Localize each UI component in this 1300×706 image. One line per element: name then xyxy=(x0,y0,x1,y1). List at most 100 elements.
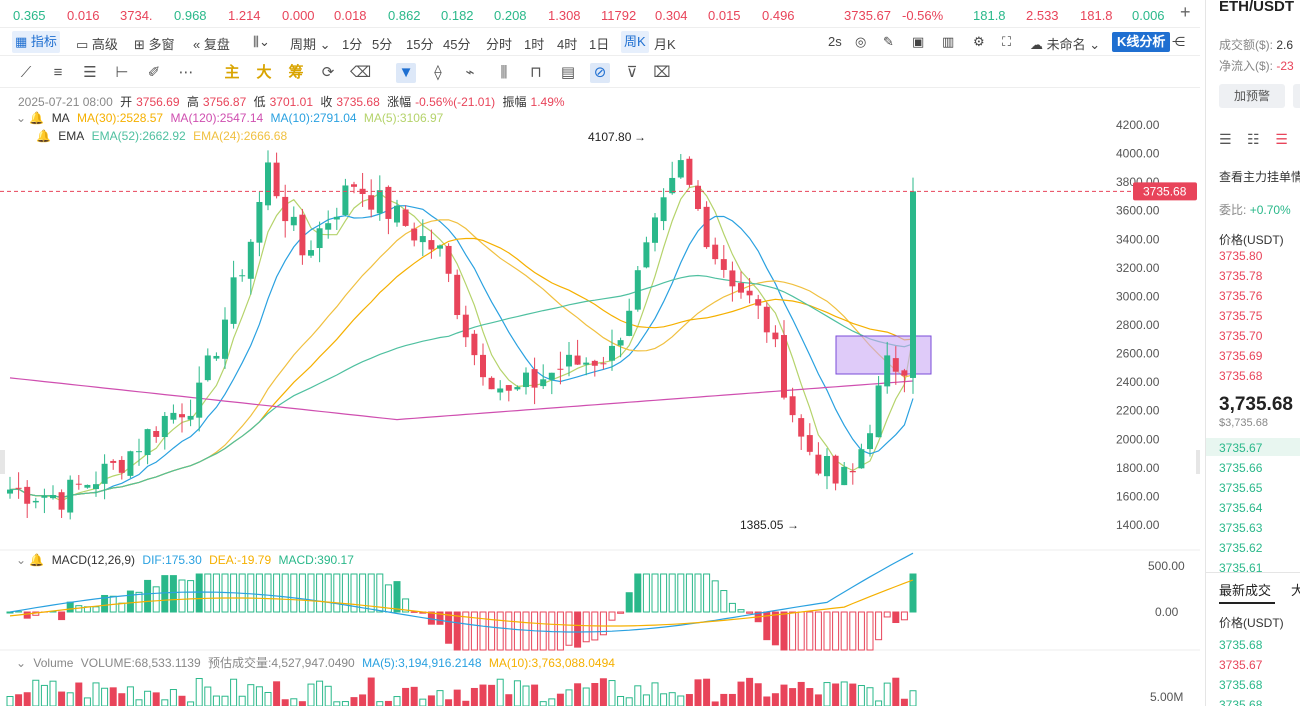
layout-name-dropdown[interactable]: ☁ 未命名 ⌄ xyxy=(1030,34,1100,53)
replay-button[interactable]: « 复盘 xyxy=(193,34,230,53)
ticker-item[interactable]: 0.968 xyxy=(174,8,207,23)
expand-icon[interactable]: ⛶ xyxy=(1002,34,1011,50)
volume-bar xyxy=(178,695,186,706)
more-icon[interactable]: ⋯ xyxy=(176,63,196,83)
bid-price[interactable]: 3735.64 xyxy=(1219,501,1262,515)
ticker-item[interactable]: 0.182 xyxy=(441,8,474,23)
ticker-item[interactable]: 0.006 xyxy=(1132,8,1165,23)
horizontal-ray-icon[interactable]: ⊢ xyxy=(112,63,132,83)
period-tab[interactable]: 周K xyxy=(621,31,649,53)
horizontal-lines-icon[interactable]: ☰ xyxy=(80,63,100,83)
macd-bar xyxy=(625,592,633,613)
ask-price[interactable]: 3735.78 xyxy=(1219,269,1262,283)
alert-more-button[interactable] xyxy=(1293,84,1300,108)
ticker-item[interactable]: 0.016 xyxy=(67,8,100,23)
multi-window-button[interactable]: ⊞ 多窗 xyxy=(134,34,175,53)
ticker-item[interactable]: 1.308 xyxy=(548,8,581,23)
ticker-item[interactable]: 181.8 xyxy=(973,8,1006,23)
lock-icon[interactable]: ⊓ xyxy=(526,63,546,83)
link-icon[interactable]: ⊘ xyxy=(590,63,610,83)
share-icon[interactable]: ⋲ xyxy=(1172,34,1185,50)
ticker-item[interactable]: 11792 xyxy=(601,8,636,23)
add-symbol-icon[interactable]: + xyxy=(1180,2,1191,23)
period-tab[interactable]: 1日 xyxy=(589,34,609,53)
orderbook-view-icons[interactable]: ☰ ☷ ☰ xyxy=(1219,131,1288,148)
period-tab[interactable]: 1分 xyxy=(342,34,362,53)
candle-body xyxy=(660,197,667,222)
volume-bar xyxy=(195,678,203,706)
ticker-item[interactable]: 3735.67 xyxy=(844,8,891,23)
tab-latest-trades[interactable]: 最新成交 xyxy=(1219,580,1271,599)
ticker-item[interactable]: 1.214 xyxy=(228,8,261,23)
period-tab[interactable]: 15分 xyxy=(406,34,433,53)
trash-icon[interactable]: ⌧ xyxy=(652,63,672,83)
ticker-item[interactable]: 2.533 xyxy=(1026,8,1059,23)
bid-price[interactable]: 3735.67 xyxy=(1219,441,1262,455)
period-tab[interactable]: 4时 xyxy=(557,34,577,53)
ask-price[interactable]: 3735.68 xyxy=(1219,369,1262,383)
ticker-item[interactable]: 0.208 xyxy=(494,8,527,23)
period-dropdown[interactable]: 周期 ⌄ xyxy=(290,34,331,53)
kline-analysis-button[interactable]: K线分析 xyxy=(1112,32,1171,52)
chips-button[interactable]: 筹 xyxy=(286,63,306,83)
bookmark-icon[interactable]: ▼ xyxy=(396,63,416,83)
ask-price[interactable]: 3735.75 xyxy=(1219,309,1262,323)
tab-large-trades[interactable]: 大 xyxy=(1291,580,1300,599)
ticker-item[interactable]: 0.000 xyxy=(282,8,315,23)
candle-body xyxy=(686,158,693,185)
alert-button[interactable]: 加预警 xyxy=(1219,84,1285,108)
volume-bar xyxy=(376,701,384,706)
pen-icon[interactable]: ✐ xyxy=(144,63,164,83)
kline-chart[interactable]: 4200.004000.003800.003600.003400.003200.… xyxy=(0,88,1200,706)
ask-price[interactable]: 3735.76 xyxy=(1219,289,1262,303)
ticker-item[interactable]: 0.304 xyxy=(655,8,688,23)
filter-icon[interactable]: ⊽ xyxy=(622,63,642,83)
advanced-button[interactable]: ▭ 高级 xyxy=(76,34,118,53)
period-tab[interactable]: 5分 xyxy=(372,34,392,53)
candle-body xyxy=(342,185,349,215)
macd-axis-label: 0.00 xyxy=(1155,605,1179,619)
parallel-lines-icon[interactable]: ≡ xyxy=(48,63,68,83)
bid-price[interactable]: 3735.62 xyxy=(1219,541,1262,555)
bid-price[interactable]: 3735.65 xyxy=(1219,481,1262,495)
big-order-button[interactable]: 大 xyxy=(254,63,274,83)
bid-price[interactable]: 3735.63 xyxy=(1219,521,1262,535)
sync-icon[interactable]: ⟳ xyxy=(318,63,338,83)
notes-icon[interactable]: ▤ xyxy=(558,63,578,83)
layout-icon[interactable]: ▥ xyxy=(942,34,954,50)
candle-body xyxy=(867,433,873,450)
ticker-item[interactable]: 3734. xyxy=(120,8,153,23)
trendline-icon[interactable]: ⟋ xyxy=(16,63,36,83)
macd-bar xyxy=(857,611,865,651)
macd-bar xyxy=(513,611,521,651)
orderbook-title[interactable]: 查看主力挂单情 xyxy=(1219,168,1300,185)
bid-price[interactable]: 3735.66 xyxy=(1219,461,1262,475)
edit-icon[interactable]: ✎ xyxy=(883,34,894,50)
camera-icon[interactable]: ◎ xyxy=(855,34,866,50)
ask-price[interactable]: 3735.69 xyxy=(1219,349,1262,363)
period-tab[interactable]: 分时 xyxy=(486,34,512,53)
period-tab[interactable]: 1时 xyxy=(524,34,544,53)
period-tab[interactable]: 45分 xyxy=(443,34,470,53)
ticker-item[interactable]: 181.8 xyxy=(1080,8,1113,23)
eraser-icon[interactable]: ⌫ xyxy=(350,63,371,83)
indicators-button[interactable]: ▦ 指标 xyxy=(12,31,60,53)
ticker-item[interactable]: 0.015 xyxy=(708,8,741,23)
ticker-item[interactable]: 0.862 xyxy=(388,8,421,23)
magnet-icon[interactable]: ⌁ xyxy=(460,63,480,83)
period-tab[interactable]: 月K xyxy=(654,34,676,53)
main-force-button[interactable]: 主 xyxy=(222,63,242,83)
settings-icon[interactable]: ⚙ xyxy=(973,34,985,50)
ruler-icon[interactable]: ⟠ xyxy=(428,63,448,83)
ticker-item[interactable]: 0.365 xyxy=(13,8,46,23)
chart-type-button[interactable]: ⫼⌄ xyxy=(253,34,270,50)
ticker-item[interactable]: 0.018 xyxy=(334,8,367,23)
ask-price[interactable]: 3735.80 xyxy=(1219,249,1262,263)
candles-icon[interactable]: ⫼ xyxy=(494,63,514,83)
ticker-item[interactable]: 0.496 xyxy=(762,8,795,23)
volume-bar xyxy=(109,687,117,706)
ask-price[interactable]: 3735.70 xyxy=(1219,329,1262,343)
fullscreen-icon[interactable]: ▣ xyxy=(912,34,924,50)
refresh-interval[interactable]: 2s xyxy=(828,34,842,49)
ticker-item[interactable]: -0.56% xyxy=(902,8,943,23)
